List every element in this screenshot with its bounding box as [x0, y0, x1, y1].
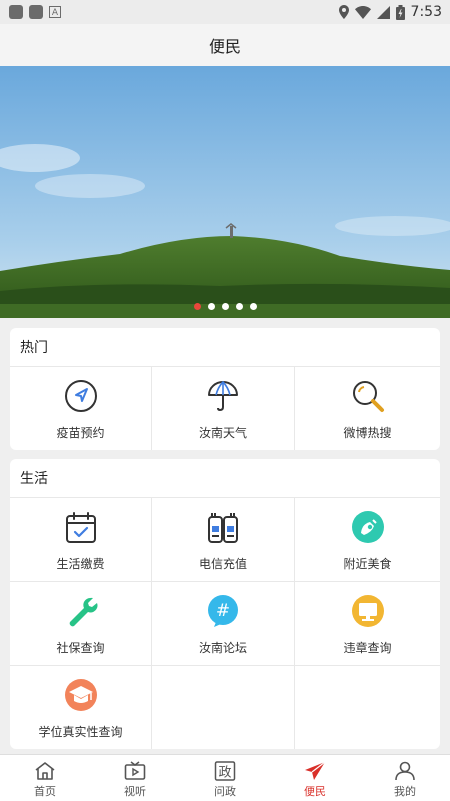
- tab-glyph: 政: [218, 766, 231, 781]
- notification-icon: [9, 5, 23, 19]
- magnifier-icon: [350, 378, 386, 414]
- user-icon: [394, 760, 416, 782]
- title-bar: 便民: [0, 24, 450, 67]
- tab-label: 视听: [124, 785, 146, 798]
- hashtag-bubble-icon: #: [205, 593, 241, 629]
- tab-label: 便民: [304, 785, 326, 798]
- battery-icon: [395, 4, 405, 20]
- banner-image: [0, 66, 450, 318]
- service-label: 电信充值: [198, 557, 247, 571]
- location-icon: [338, 5, 349, 19]
- service-label: 汝南天气: [198, 426, 247, 440]
- notification-icon: [29, 5, 43, 19]
- carousel-dot[interactable]: [221, 303, 229, 310]
- service-traffic-violation-query[interactable]: 违章查询: [295, 582, 440, 666]
- a-icon: A: [49, 6, 61, 18]
- tab-label: 首页: [34, 785, 56, 798]
- service-runan-weather[interactable]: 汝南天气: [152, 367, 295, 450]
- tab-home[interactable]: 首页: [0, 755, 90, 801]
- service-label: 疫苗预约: [56, 426, 105, 440]
- svg-text:#: #: [216, 601, 230, 621]
- service-telecom-recharge[interactable]: 电信充值: [152, 498, 295, 582]
- bottom-tab-bar: 首页 视听 政 问政 便民 我的: [0, 754, 450, 801]
- section-title: 热门: [10, 328, 440, 367]
- service-label: 附近美食: [343, 557, 392, 571]
- banner-carousel[interactable]: [0, 66, 450, 318]
- service-label: 汝南论坛: [198, 641, 247, 655]
- service-nearby-food[interactable]: 附近美食: [295, 498, 440, 582]
- tab-label: 我的: [394, 785, 416, 798]
- section-title: 生活: [10, 459, 440, 498]
- service-utility-payment[interactable]: 生活缴费: [10, 498, 152, 582]
- service-runan-forum[interactable]: # 汝南论坛: [152, 582, 295, 666]
- service-label: 微博热搜: [343, 426, 392, 440]
- food-icon: [350, 509, 386, 545]
- signal-icon: [376, 5, 390, 19]
- calendar-check-icon: [63, 509, 99, 545]
- life-section: 生活 生活缴费 电信充值 附近美食 社保查询 # 汝南论坛 违章查询 学位真实性…: [10, 459, 440, 749]
- tab-video[interactable]: 视听: [90, 755, 180, 801]
- carousel-dot[interactable]: [193, 303, 201, 310]
- service-vaccine-appointment[interactable]: 疫苗预约: [10, 367, 152, 450]
- wifi-icon: [354, 5, 371, 19]
- zheng-char-icon: 政: [214, 760, 236, 782]
- carousel-dot[interactable]: [235, 303, 243, 310]
- empty-cell: [295, 666, 440, 749]
- service-degree-verification[interactable]: 学位真实性查询: [10, 666, 152, 749]
- tab-label: 问政: [214, 785, 236, 798]
- page-title: 便民: [208, 37, 241, 56]
- carousel-dot[interactable]: [249, 303, 257, 310]
- home-icon: [34, 760, 56, 782]
- monitor-icon: [350, 593, 386, 629]
- tab-profile[interactable]: 我的: [360, 755, 450, 801]
- phone-recharge-icon: [205, 509, 241, 545]
- service-label: 违章查询: [343, 641, 392, 655]
- hot-section: 热门 疫苗预约 汝南天气 微博热搜: [10, 328, 440, 450]
- paper-plane-icon: [304, 760, 326, 782]
- status-bar: A 7:53: [0, 0, 450, 24]
- navigation-arrow-icon: [63, 378, 99, 414]
- carousel-dots: [0, 303, 450, 310]
- tab-inquiry[interactable]: 政 问政: [180, 755, 270, 801]
- service-label: 生活缴费: [56, 557, 105, 571]
- graduation-cap-icon: [63, 677, 99, 713]
- service-social-security-query[interactable]: 社保查询: [10, 582, 152, 666]
- empty-cell: [152, 666, 295, 749]
- clock: 7:53: [410, 4, 442, 20]
- service-weibo-hot-search[interactable]: 微博热搜: [295, 367, 440, 450]
- tv-play-icon: [124, 760, 146, 782]
- wrench-icon: [63, 593, 99, 629]
- service-label: 学位真实性查询: [38, 725, 123, 739]
- umbrella-icon: [205, 378, 241, 414]
- service-label: 社保查询: [56, 641, 105, 655]
- tab-convenience[interactable]: 便民: [270, 755, 360, 801]
- carousel-dot[interactable]: [207, 303, 215, 310]
